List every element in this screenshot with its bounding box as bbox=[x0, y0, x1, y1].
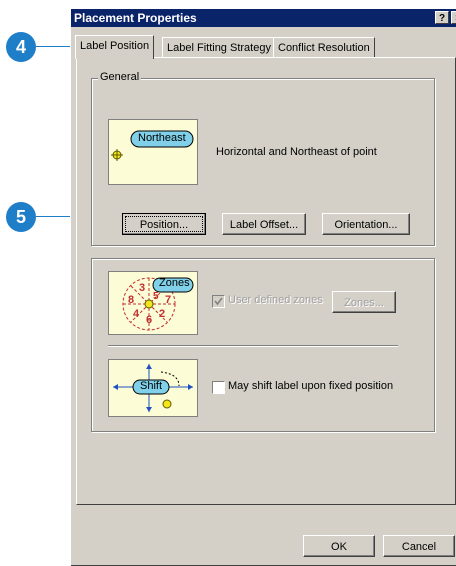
separator bbox=[108, 345, 398, 347]
general-legend: General bbox=[98, 71, 142, 83]
label-offset-button[interactable]: Label Offset... bbox=[222, 213, 306, 235]
step-5-callout: 5 bbox=[6, 202, 36, 232]
northeast-preview-label: Northeast bbox=[138, 132, 186, 144]
zones-preview-label: Zones bbox=[159, 277, 190, 289]
position-button[interactable]: Position... bbox=[122, 213, 206, 235]
cancel-button[interactable]: Cancel bbox=[383, 535, 455, 557]
dialog-title: Placement Properties bbox=[74, 11, 197, 25]
placement-properties-dialog: Placement Properties ? × Label Position … bbox=[70, 8, 456, 565]
tab-label-fitting-strategy[interactable]: Label Fitting Strategy bbox=[162, 37, 276, 58]
user-defined-zones-label: User defined zones bbox=[228, 294, 323, 306]
zones-button[interactable]: Zones... bbox=[332, 291, 396, 313]
zone-number: 5 bbox=[153, 291, 159, 302]
zone-number: 2 bbox=[159, 308, 166, 320]
northeast-preview-graphic bbox=[111, 130, 194, 161]
shift-preview: Shift bbox=[108, 359, 198, 417]
tab-label-position[interactable]: Label Position bbox=[75, 35, 155, 59]
zone-number: 7 bbox=[165, 294, 172, 306]
placement-description: Horizontal and Northeast of point bbox=[216, 146, 377, 158]
checkmark-icon bbox=[214, 297, 223, 306]
general-group: General Northeast Horizontal and Northea… bbox=[91, 71, 435, 246]
shift-preview-label: Shift bbox=[140, 380, 163, 392]
zone-number: 6 bbox=[146, 314, 153, 326]
zone-number: 8 bbox=[128, 294, 135, 306]
zone-number: 3 bbox=[139, 282, 146, 294]
may-shift-label-text: May shift label upon fixed position bbox=[228, 380, 394, 392]
northeast-preview: Northeast bbox=[108, 119, 198, 185]
zones-preview: Zones 3 5 8 7 4 6 2 bbox=[108, 271, 198, 335]
label-position-panel: General Northeast Horizontal and Northea… bbox=[76, 57, 456, 505]
step-4-callout: 4 bbox=[6, 32, 36, 62]
options-group: Zones 3 5 8 7 4 6 2 User defined zones Z… bbox=[91, 258, 435, 432]
user-defined-zones-checkbox[interactable] bbox=[212, 295, 225, 308]
help-button[interactable]: ? bbox=[435, 11, 449, 24]
tab-conflict-resolution[interactable]: Conflict Resolution bbox=[273, 37, 375, 58]
title-bar: Placement Properties ? × bbox=[71, 9, 456, 27]
zone-number: 4 bbox=[133, 308, 140, 320]
may-shift-label-checkbox[interactable] bbox=[212, 381, 225, 394]
close-button[interactable]: × bbox=[451, 11, 456, 24]
orientation-button[interactable]: Orientation... bbox=[322, 213, 410, 235]
ok-button[interactable]: OK bbox=[303, 535, 375, 557]
